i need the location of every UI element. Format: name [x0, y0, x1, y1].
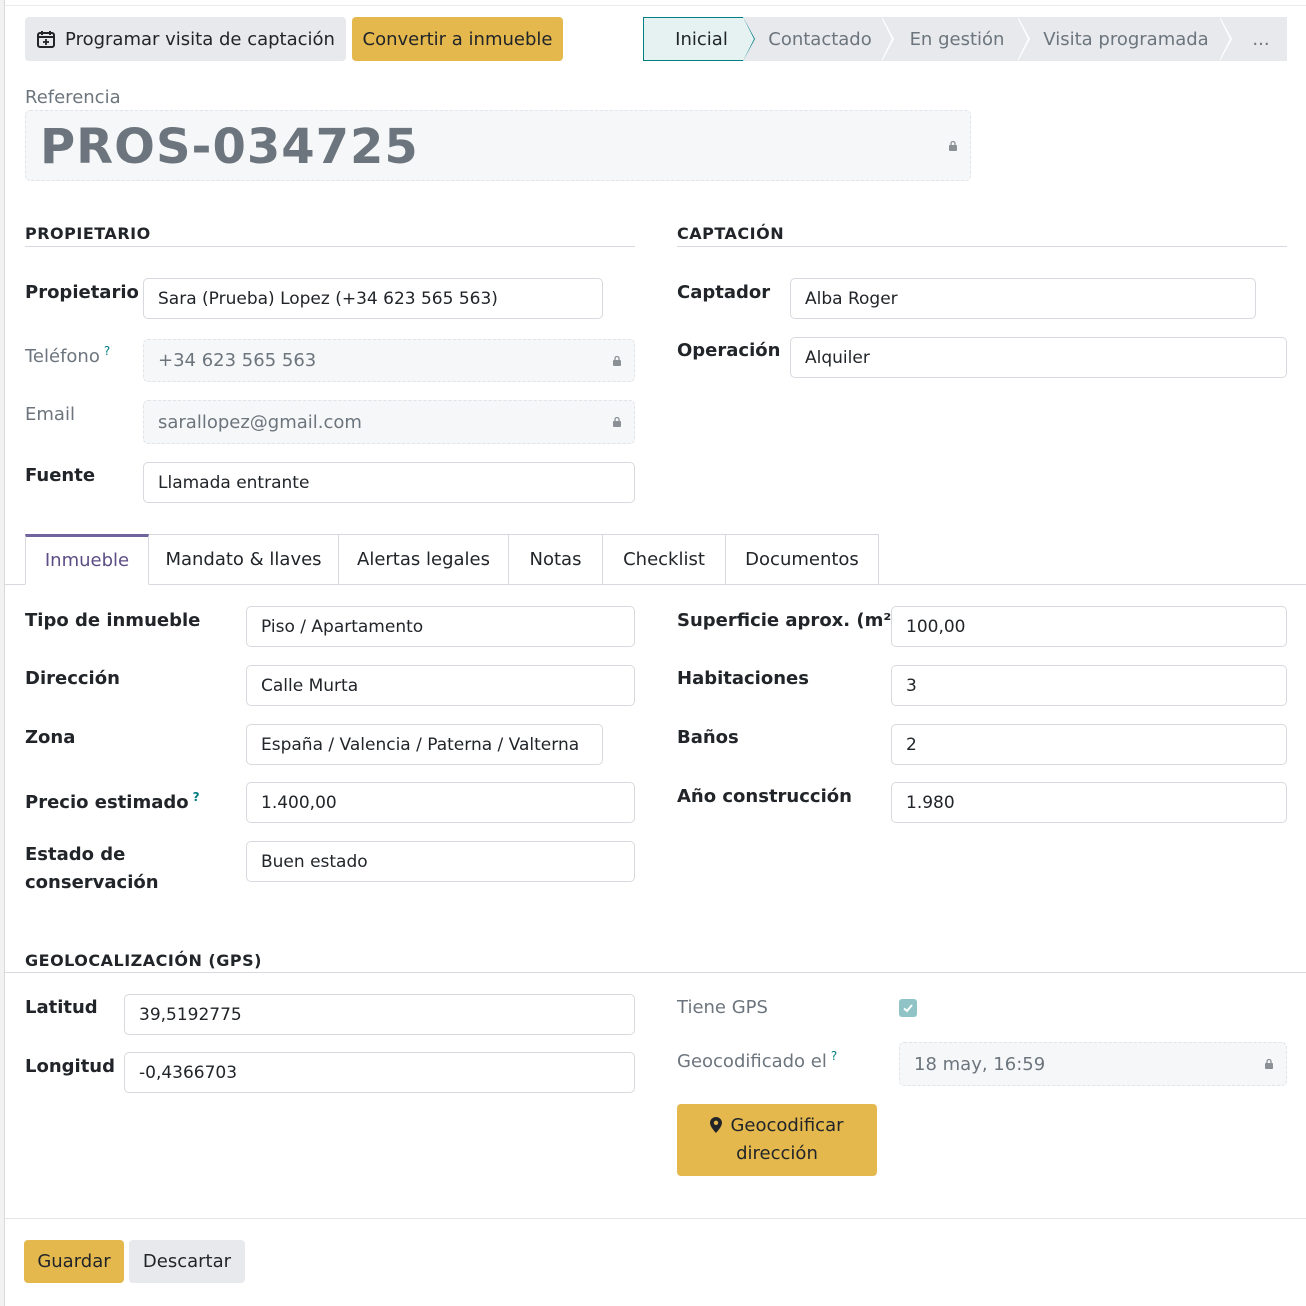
phone-label: Teléfono? [25, 344, 111, 367]
owner-label: Propietario [25, 282, 139, 303]
owner-section-title: PROPIETARIO [25, 224, 151, 243]
geocode-address-button[interactable]: Geocodificar dirección [677, 1104, 877, 1176]
longitude-label: Longitud [25, 1056, 116, 1077]
agent-label: Captador [677, 282, 771, 303]
geo-section-title: GEOLOCALIZACIÓN (GPS) [25, 951, 262, 970]
year-field[interactable]: 1.980 [891, 782, 1287, 823]
property-type-field[interactable]: Piso / Apartamento [246, 606, 635, 647]
help-icon[interactable]: ? [193, 790, 200, 804]
help-icon[interactable]: ? [104, 344, 110, 358]
tab-documentos[interactable]: Documentos [726, 534, 879, 585]
source-field[interactable]: Llamada entrante [143, 462, 635, 503]
year-label: Año construcción [677, 786, 852, 807]
tab-checklist[interactable]: Checklist [603, 534, 726, 585]
has-gps-checkbox[interactable] [899, 999, 917, 1017]
agent-field[interactable]: Alba Roger [790, 278, 1256, 319]
reference-field: PROS-034725 [25, 110, 971, 181]
zone-field[interactable]: España / Valencia / Paterna / Valterna [246, 724, 603, 765]
footer-rule [5, 1218, 1306, 1219]
stage-visita-programada[interactable]: Visita programada [1017, 17, 1232, 61]
map-marker-icon [710, 1117, 723, 1133]
price-field[interactable]: 1.400,00 [246, 782, 635, 823]
operation-label: Operación [677, 340, 781, 361]
rooms-label: Habitaciones [677, 668, 809, 689]
schedule-visit-label: Programar visita de captación [65, 28, 335, 50]
stage-en-gestion[interactable]: En gestión [881, 17, 1030, 61]
owner-section-rule [25, 246, 635, 247]
has-gps-label: Tiene GPS [677, 997, 768, 1018]
stage-statusbar: Inicial Contactado En gestión Visita pro… [643, 17, 1287, 61]
notebook-tabs: Inmueble Mandato & llaves Alertas legale… [25, 534, 879, 585]
stage-contactado[interactable]: Contactado [743, 17, 894, 61]
tab-alertas[interactable]: Alertas legales [339, 534, 509, 585]
phone-field: +34 623 565 563 [143, 339, 635, 382]
lock-icon [1265, 1059, 1273, 1069]
discard-button[interactable]: Descartar [129, 1240, 245, 1283]
capture-section-title: CAPTACIÓN [677, 224, 785, 243]
save-button[interactable]: Guardar [24, 1240, 124, 1283]
convert-button[interactable]: Convertir a inmueble [352, 17, 563, 61]
area-label: Superficie aprox. (m²) [677, 610, 900, 631]
lock-icon [949, 140, 957, 151]
operation-field[interactable]: Alquiler [790, 337, 1287, 378]
window-edge [0, 0, 5, 1306]
stage-inicial[interactable]: Inicial [643, 17, 755, 61]
baths-label: Baños [677, 727, 739, 748]
owner-field[interactable]: Sara (Prueba) Lopez (+34 623 565 563) [143, 278, 603, 319]
geocoded-field: 18 may, 16:59 [899, 1042, 1287, 1086]
capture-section-rule [677, 246, 1287, 247]
help-icon[interactable]: ? [831, 1049, 837, 1063]
calendar-plus-icon [36, 29, 56, 49]
schedule-visit-button[interactable]: Programar visita de captación [25, 17, 346, 61]
latitude-label: Latitud [25, 997, 98, 1018]
email-field: sarallopez@gmail.com [143, 400, 635, 444]
email-label: Email [25, 404, 75, 425]
lock-icon [613, 417, 621, 427]
reference-label: Referencia [25, 87, 121, 108]
condition-label: Estado de conservación [25, 844, 159, 893]
address-label: Dirección [25, 668, 120, 689]
tab-notas[interactable]: Notas [509, 534, 603, 585]
tab-mandato[interactable]: Mandato & llaves [149, 534, 339, 585]
reference-value: PROS-034725 [40, 119, 419, 175]
top-divider [5, 0, 1306, 6]
geo-section-rule [5, 972, 1306, 973]
area-field[interactable]: 100,00 [891, 606, 1287, 647]
condition-field[interactable]: Buen estado [246, 841, 635, 882]
source-label: Fuente [25, 465, 96, 486]
longitude-field[interactable]: -0,4366703 [124, 1052, 635, 1093]
address-field[interactable]: Calle Murta [246, 665, 635, 706]
baths-field[interactable]: 2 [891, 724, 1287, 765]
latitude-field[interactable]: 39,5192775 [124, 994, 635, 1035]
convert-label: Convertir a inmueble [362, 28, 553, 50]
rooms-field[interactable]: 3 [891, 665, 1287, 706]
tab-inmueble[interactable]: Inmueble [25, 534, 149, 585]
check-icon [903, 1004, 913, 1013]
geocoded-label: Geocodificado el? [677, 1049, 838, 1072]
property-type-label: Tipo de inmueble [25, 610, 201, 631]
zone-label: Zona [25, 727, 76, 748]
price-label: Precio estimado? [25, 790, 200, 813]
lock-icon [613, 355, 621, 366]
